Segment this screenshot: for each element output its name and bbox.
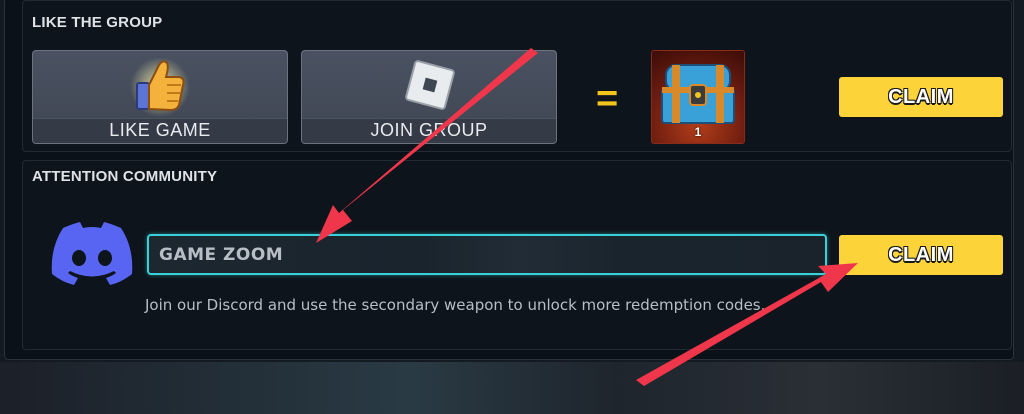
discord-icon bbox=[51, 222, 133, 285]
redeem-code-input[interactable] bbox=[147, 234, 827, 275]
reward-chest: 1 bbox=[651, 50, 745, 144]
discord-hint-text: Join our Discord and use the secondary w… bbox=[145, 296, 766, 314]
claim-like-button[interactable]: CLAIM bbox=[839, 77, 1003, 117]
reward-count: 1 bbox=[694, 125, 702, 139]
claim-code-button[interactable]: CLAIM bbox=[839, 235, 1003, 275]
like-game-button[interactable]: LIKE GAME bbox=[32, 50, 288, 144]
join-group-label: JOIN GROUP bbox=[370, 120, 488, 140]
join-group-button[interactable]: JOIN GROUP bbox=[301, 50, 557, 144]
equals-sign: = bbox=[596, 78, 619, 120]
thumbs-up-icon bbox=[130, 57, 190, 117]
like-group-title: LIKE THE GROUP bbox=[32, 14, 163, 31]
background-scene bbox=[0, 362, 1024, 414]
like-game-label: LIKE GAME bbox=[109, 120, 211, 140]
community-title: ATTENTION COMMUNITY bbox=[32, 168, 218, 185]
roblox-icon bbox=[405, 60, 455, 110]
